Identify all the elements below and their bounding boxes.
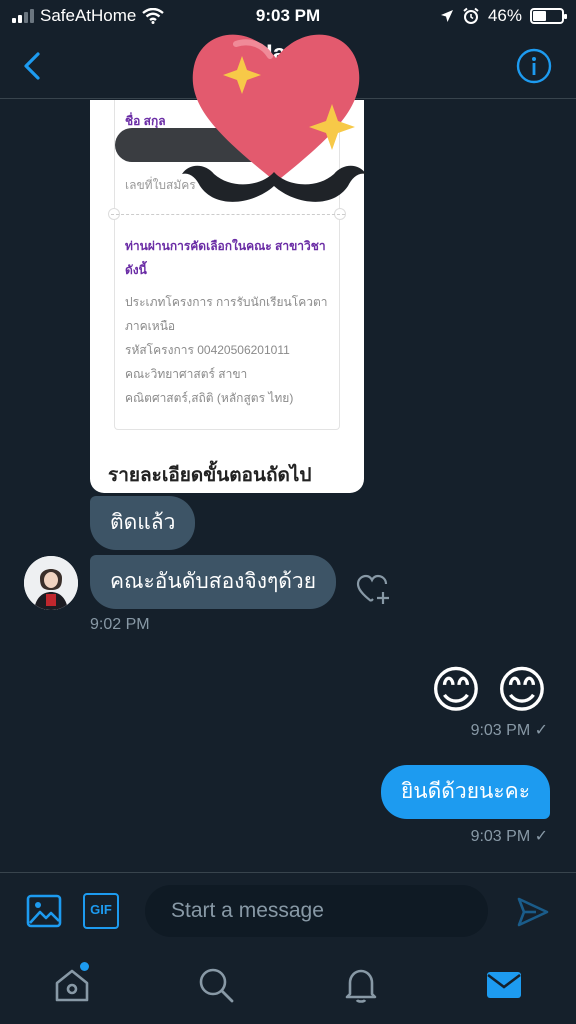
search-icon[interactable] bbox=[197, 966, 235, 1004]
message-composer: GIF bbox=[0, 872, 576, 950]
home-notification-dot bbox=[80, 962, 89, 971]
message-timestamp: 9:03 PM ✓ bbox=[470, 828, 548, 845]
message-timestamp: 9:03 PM ✓ bbox=[470, 722, 548, 739]
battery-level bbox=[533, 11, 546, 21]
gif-icon[interactable]: GIF bbox=[83, 893, 119, 929]
alarm-clock-icon bbox=[463, 7, 479, 24]
tab-bar bbox=[0, 950, 576, 1024]
info-icon[interactable] bbox=[516, 48, 552, 84]
detail-line: คณะวิทยาศาสตร์ สาขา bbox=[125, 367, 248, 381]
incoming-message[interactable]: คณะอันดับสองจิงๆด้วย bbox=[90, 555, 337, 609]
location-arrow-icon bbox=[440, 10, 453, 22]
status-right: 46% bbox=[440, 6, 567, 26]
heart-sparkle-sticker bbox=[182, 34, 366, 202]
detail-line: ภาคเหนือ bbox=[125, 319, 176, 333]
passed-selection-text: ท่านผ่านการคัดเลือกในคณะ สาขาวิชา ดังนี้ bbox=[125, 239, 326, 277]
mail-icon[interactable] bbox=[485, 966, 523, 1004]
incoming-message[interactable]: ติดแล้ว bbox=[90, 496, 196, 550]
send-icon[interactable] bbox=[516, 895, 550, 929]
detail-line: ประเภทโครงการ การรับนักเรียนโควตา bbox=[125, 295, 328, 309]
bell-icon[interactable] bbox=[342, 966, 380, 1004]
image-icon[interactable] bbox=[26, 893, 62, 929]
home-icon[interactable] bbox=[53, 966, 91, 1004]
detail-line: รหัสโครงการ 00420506201011 bbox=[125, 343, 290, 357]
like-heart-icon[interactable] bbox=[356, 574, 390, 606]
program-details: ประเภทโครงการ การรับนักเรียนโควตา ภาคเหน… bbox=[125, 290, 337, 410]
message-timestamp: 9:02 PM bbox=[90, 616, 150, 633]
detail-line: คณิตศาสตร์,สถิติ (หลักสูตร ไทย) bbox=[125, 391, 294, 405]
emoji-message[interactable]: 😊 😊 bbox=[430, 662, 548, 718]
outgoing-message[interactable]: ยินดีด้วยนะคะ bbox=[381, 765, 550, 819]
avatar-image bbox=[24, 556, 78, 610]
avatar[interactable] bbox=[24, 556, 78, 610]
next-steps-heading: รายละเอียดขั้นตอนถัดไป bbox=[108, 465, 312, 486]
battery-percent: 46% bbox=[487, 6, 522, 25]
message-input[interactable] bbox=[145, 885, 488, 937]
message-list[interactable]: ชื่อ สกุล เลขที่ใบสมัคร ท่านผ่านการคัดเล… bbox=[0, 34, 576, 872]
battery-icon bbox=[530, 8, 567, 24]
